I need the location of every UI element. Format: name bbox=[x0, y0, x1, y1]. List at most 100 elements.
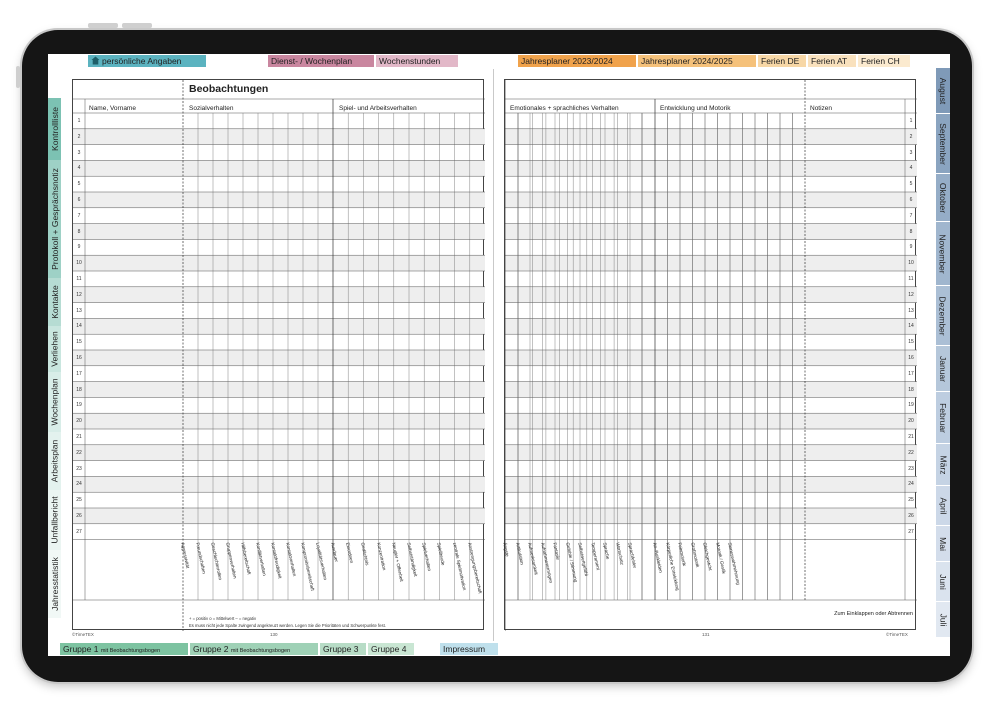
row-number: 12 bbox=[908, 291, 914, 298]
row-number: 1 bbox=[77, 118, 81, 124]
tab-month-february[interactable]: Februar bbox=[936, 392, 950, 444]
row-number: 9 bbox=[909, 244, 913, 251]
copyright-left: ©TimeTEX bbox=[72, 632, 94, 637]
tab-group-2[interactable]: Gruppe 2 mit Beobachtungsbogen bbox=[190, 643, 318, 655]
row-number: 3 bbox=[77, 149, 81, 156]
row-number: 21 bbox=[76, 434, 82, 440]
row-number: 19 bbox=[76, 402, 82, 409]
tab-month-july[interactable]: Juli bbox=[936, 602, 950, 638]
row-number: 5 bbox=[77, 181, 81, 188]
tab-imprint[interactable]: Impressum bbox=[440, 643, 498, 655]
row-number: 19 bbox=[908, 402, 914, 409]
row-number: 14 bbox=[908, 323, 914, 330]
tab-workplan[interactable]: Arbeitsplan bbox=[48, 432, 61, 490]
tab-group-1[interactable]: Gruppe 1 mit Beobachtungsbogen bbox=[60, 643, 188, 655]
tab-contacts[interactable]: Kontakte bbox=[48, 278, 61, 326]
bottom-tab-bar: Gruppe 1 mit Beobachtungsbogen Gruppe 2 … bbox=[48, 643, 950, 655]
row-number: 8 bbox=[77, 228, 81, 235]
tab-accident-report[interactable]: Unfallbericht bbox=[48, 490, 61, 550]
top-tab-bar: persönliche Angaben Dienst- / Wochenplan… bbox=[48, 54, 950, 68]
tab-month-june[interactable]: Juni bbox=[936, 562, 950, 602]
row-number: 11 bbox=[908, 276, 914, 282]
tab-month-march[interactable]: März bbox=[936, 444, 950, 486]
tab-month-august[interactable]: August bbox=[936, 68, 950, 114]
planner-screen: persönliche Angaben Dienst- / Wochenplan… bbox=[48, 54, 950, 656]
row-number: 11 bbox=[76, 276, 82, 282]
tab-annual-statistics[interactable]: Jahresstatistik bbox=[48, 550, 61, 618]
row-number: 16 bbox=[908, 355, 914, 361]
tab-month-november[interactable]: November bbox=[936, 222, 950, 286]
tab-month-april[interactable]: April bbox=[936, 486, 950, 526]
observation-sheet-left: Beobachtungen Name, Vorname Sozialverhal… bbox=[72, 79, 485, 631]
row-number: 24 bbox=[76, 481, 82, 488]
tab-month-september[interactable]: September bbox=[936, 114, 950, 174]
tab-month-january[interactable]: Januar bbox=[936, 346, 950, 392]
tab-month-october[interactable]: Oktober bbox=[936, 174, 950, 222]
left-page: Beobachtungen Name, Vorname Sozialverhal… bbox=[62, 69, 494, 641]
tab-lent[interactable]: Verliehen bbox=[48, 326, 61, 372]
row-number: 8 bbox=[909, 228, 913, 235]
tab-group-4[interactable]: Gruppe 4 bbox=[368, 643, 414, 655]
volume-button bbox=[122, 23, 152, 28]
row-number: 17 bbox=[76, 370, 82, 377]
tab-holidays-de[interactable]: Ferien DE bbox=[758, 55, 806, 67]
volume-button bbox=[88, 23, 118, 28]
tab-year-2024-2025[interactable]: Jahresplaner 2024/2025 bbox=[638, 55, 756, 67]
row-number: 16 bbox=[76, 355, 82, 361]
tab-holidays-at[interactable]: Ferien AT bbox=[808, 55, 856, 67]
row-number: 26 bbox=[908, 513, 914, 519]
tab-year-2023-2024[interactable]: Jahresplaner 2023/2024 bbox=[518, 55, 636, 67]
tab-month-may[interactable]: Mai bbox=[936, 526, 950, 562]
row-number: 21 bbox=[908, 434, 914, 440]
row-number: 6 bbox=[909, 197, 913, 203]
tab-weekly-hours[interactable]: Wochenstunden bbox=[376, 55, 458, 67]
row-number: 5 bbox=[909, 181, 913, 188]
row-number: 22 bbox=[908, 449, 914, 456]
row-number: 23 bbox=[908, 465, 914, 472]
tab-protocol[interactable]: Protokoll + Gesprächsnotiz bbox=[48, 160, 61, 278]
tab-duty-weekplan[interactable]: Dienst- / Wochenplan bbox=[268, 55, 374, 67]
tab-month-december[interactable]: Dezember bbox=[936, 286, 950, 346]
row-number: 25 bbox=[908, 497, 914, 504]
row-number: 24 bbox=[908, 481, 914, 488]
side-button bbox=[16, 66, 20, 88]
row-number: 26 bbox=[76, 513, 82, 519]
row-number: 27 bbox=[76, 528, 82, 535]
row-number: 10 bbox=[76, 260, 82, 267]
row-number: 7 bbox=[77, 212, 81, 219]
row-number: 22 bbox=[76, 449, 82, 456]
tab-group-3[interactable]: Gruppe 3 bbox=[320, 643, 366, 655]
row-number: 4 bbox=[909, 165, 913, 172]
page-number-left: 130 bbox=[270, 632, 278, 637]
tab-checklist[interactable]: Kontrollliste bbox=[48, 98, 61, 160]
row-number: 15 bbox=[76, 339, 82, 346]
row-number: 23 bbox=[76, 465, 82, 472]
row-number: 18 bbox=[76, 386, 82, 393]
row-number: 7 bbox=[909, 212, 913, 219]
home-icon bbox=[91, 56, 100, 65]
row-number: 14 bbox=[76, 323, 82, 330]
row-number: 4 bbox=[77, 165, 81, 172]
row-number: 25 bbox=[76, 497, 82, 504]
row-number: 15 bbox=[908, 339, 914, 346]
tab-personal-info[interactable]: persönliche Angaben bbox=[88, 55, 206, 67]
tab-holidays-ch[interactable]: Ferien CH bbox=[858, 55, 910, 67]
row-number: 20 bbox=[76, 418, 82, 425]
row-number: 10 bbox=[908, 260, 914, 267]
row-number: 6 bbox=[77, 197, 81, 203]
row-number: 27 bbox=[908, 528, 914, 535]
right-month-tabs: August September Oktober November Dezemb… bbox=[936, 68, 950, 638]
right-page: Emotionales + sprachliches Verhalten Ent… bbox=[494, 69, 926, 641]
left-tab-bar: Kontrollliste Protokoll + Gesprächsnotiz… bbox=[48, 98, 61, 618]
row-number: 12 bbox=[76, 291, 82, 298]
row-number: 17 bbox=[908, 370, 914, 377]
row-number: 1 bbox=[909, 118, 913, 124]
row-number: 20 bbox=[908, 418, 914, 425]
row-number: 9 bbox=[77, 244, 81, 251]
row-number: 3 bbox=[909, 149, 913, 156]
copyright-right: ©TimeTEX bbox=[886, 632, 908, 637]
row-number: 13 bbox=[76, 307, 82, 314]
observation-sheet-right: Emotionales + sprachliches Verhalten Ent… bbox=[502, 79, 917, 631]
tab-weekplan[interactable]: Wochenplan bbox=[48, 372, 61, 432]
row-number: 18 bbox=[908, 386, 914, 393]
